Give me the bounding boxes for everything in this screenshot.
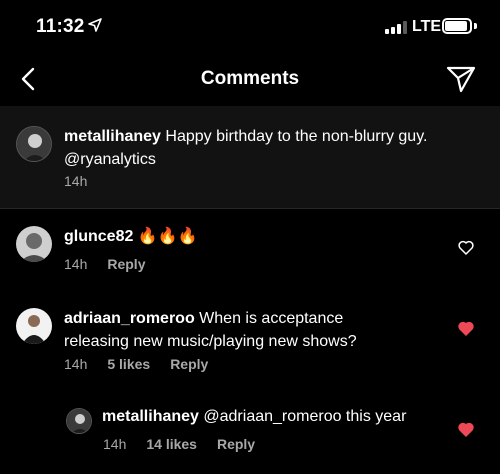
reply-comment-text: metallihaney @adriaan_romeroo this year xyxy=(102,405,442,428)
likes-count[interactable]: 14 likes xyxy=(146,436,197,452)
avatar-image xyxy=(67,409,91,433)
comment-meta: 14h Reply xyxy=(64,256,145,272)
comment-body-line2: releasing new music/playing new shows? xyxy=(64,333,357,350)
heart-filled-icon[interactable] xyxy=(458,321,474,336)
caption-meta: 14h xyxy=(64,173,87,189)
comment-body: When is acceptance xyxy=(199,310,344,327)
battery-nub xyxy=(474,23,477,29)
battery-icon xyxy=(442,18,472,34)
heart-filled-icon[interactable] xyxy=(458,422,474,437)
likes-count[interactable]: 5 likes xyxy=(107,356,150,372)
caption-username[interactable]: metallihaney xyxy=(64,128,161,145)
status-bar: 11:32 LTE xyxy=(0,0,500,56)
avatar-image xyxy=(17,127,51,161)
reply-button[interactable]: Reply xyxy=(107,256,145,272)
comment-body: @adriaan_romeroo this year xyxy=(203,408,407,425)
comment-timestamp: 14h xyxy=(64,256,88,272)
caption-mention[interactable]: @ryanalytics xyxy=(64,151,156,168)
direct-send-icon[interactable] xyxy=(446,65,476,93)
comment-meta: 14h 14 likes Reply xyxy=(103,436,255,452)
caption-text: metallihaney Happy birthday to the non-b… xyxy=(64,125,484,171)
comment-username[interactable]: metallihaney xyxy=(102,408,199,425)
comment-text: adriaan_romeroo When is acceptance relea… xyxy=(64,307,444,353)
avatar[interactable] xyxy=(16,126,52,162)
status-time: 11:32 xyxy=(36,16,85,37)
comment-username[interactable]: adriaan_romeroo xyxy=(64,310,195,327)
reply-button[interactable]: Reply xyxy=(217,436,255,452)
comment-timestamp: 14h xyxy=(64,356,88,372)
heart-outline-icon[interactable] xyxy=(458,240,474,255)
nav-bar: Comments xyxy=(0,56,500,106)
comment-meta: 14h 5 likes Reply xyxy=(64,356,208,372)
avatar-image xyxy=(16,226,52,262)
avatar[interactable] xyxy=(66,408,92,434)
caption-timestamp: 14h xyxy=(64,173,88,189)
avatar[interactable] xyxy=(16,226,52,262)
avatar[interactable] xyxy=(16,308,52,344)
page-title: Comments xyxy=(200,68,300,89)
location-arrow-icon xyxy=(88,18,102,32)
comment-username[interactable]: glunce82 xyxy=(64,228,133,245)
comment-text: glunce82 🔥🔥🔥 xyxy=(64,225,444,248)
reply-button[interactable]: Reply xyxy=(170,356,208,372)
comment-body: 🔥🔥🔥 xyxy=(137,228,198,245)
post-caption: metallihaney Happy birthday to the non-b… xyxy=(0,106,500,209)
caption-body: Happy birthday to the non-blurry guy. xyxy=(165,128,428,145)
network-type: LTE xyxy=(412,18,442,35)
avatar-image xyxy=(16,308,52,344)
cellular-signal-icon xyxy=(385,20,407,34)
comment-timestamp: 14h xyxy=(103,436,127,452)
